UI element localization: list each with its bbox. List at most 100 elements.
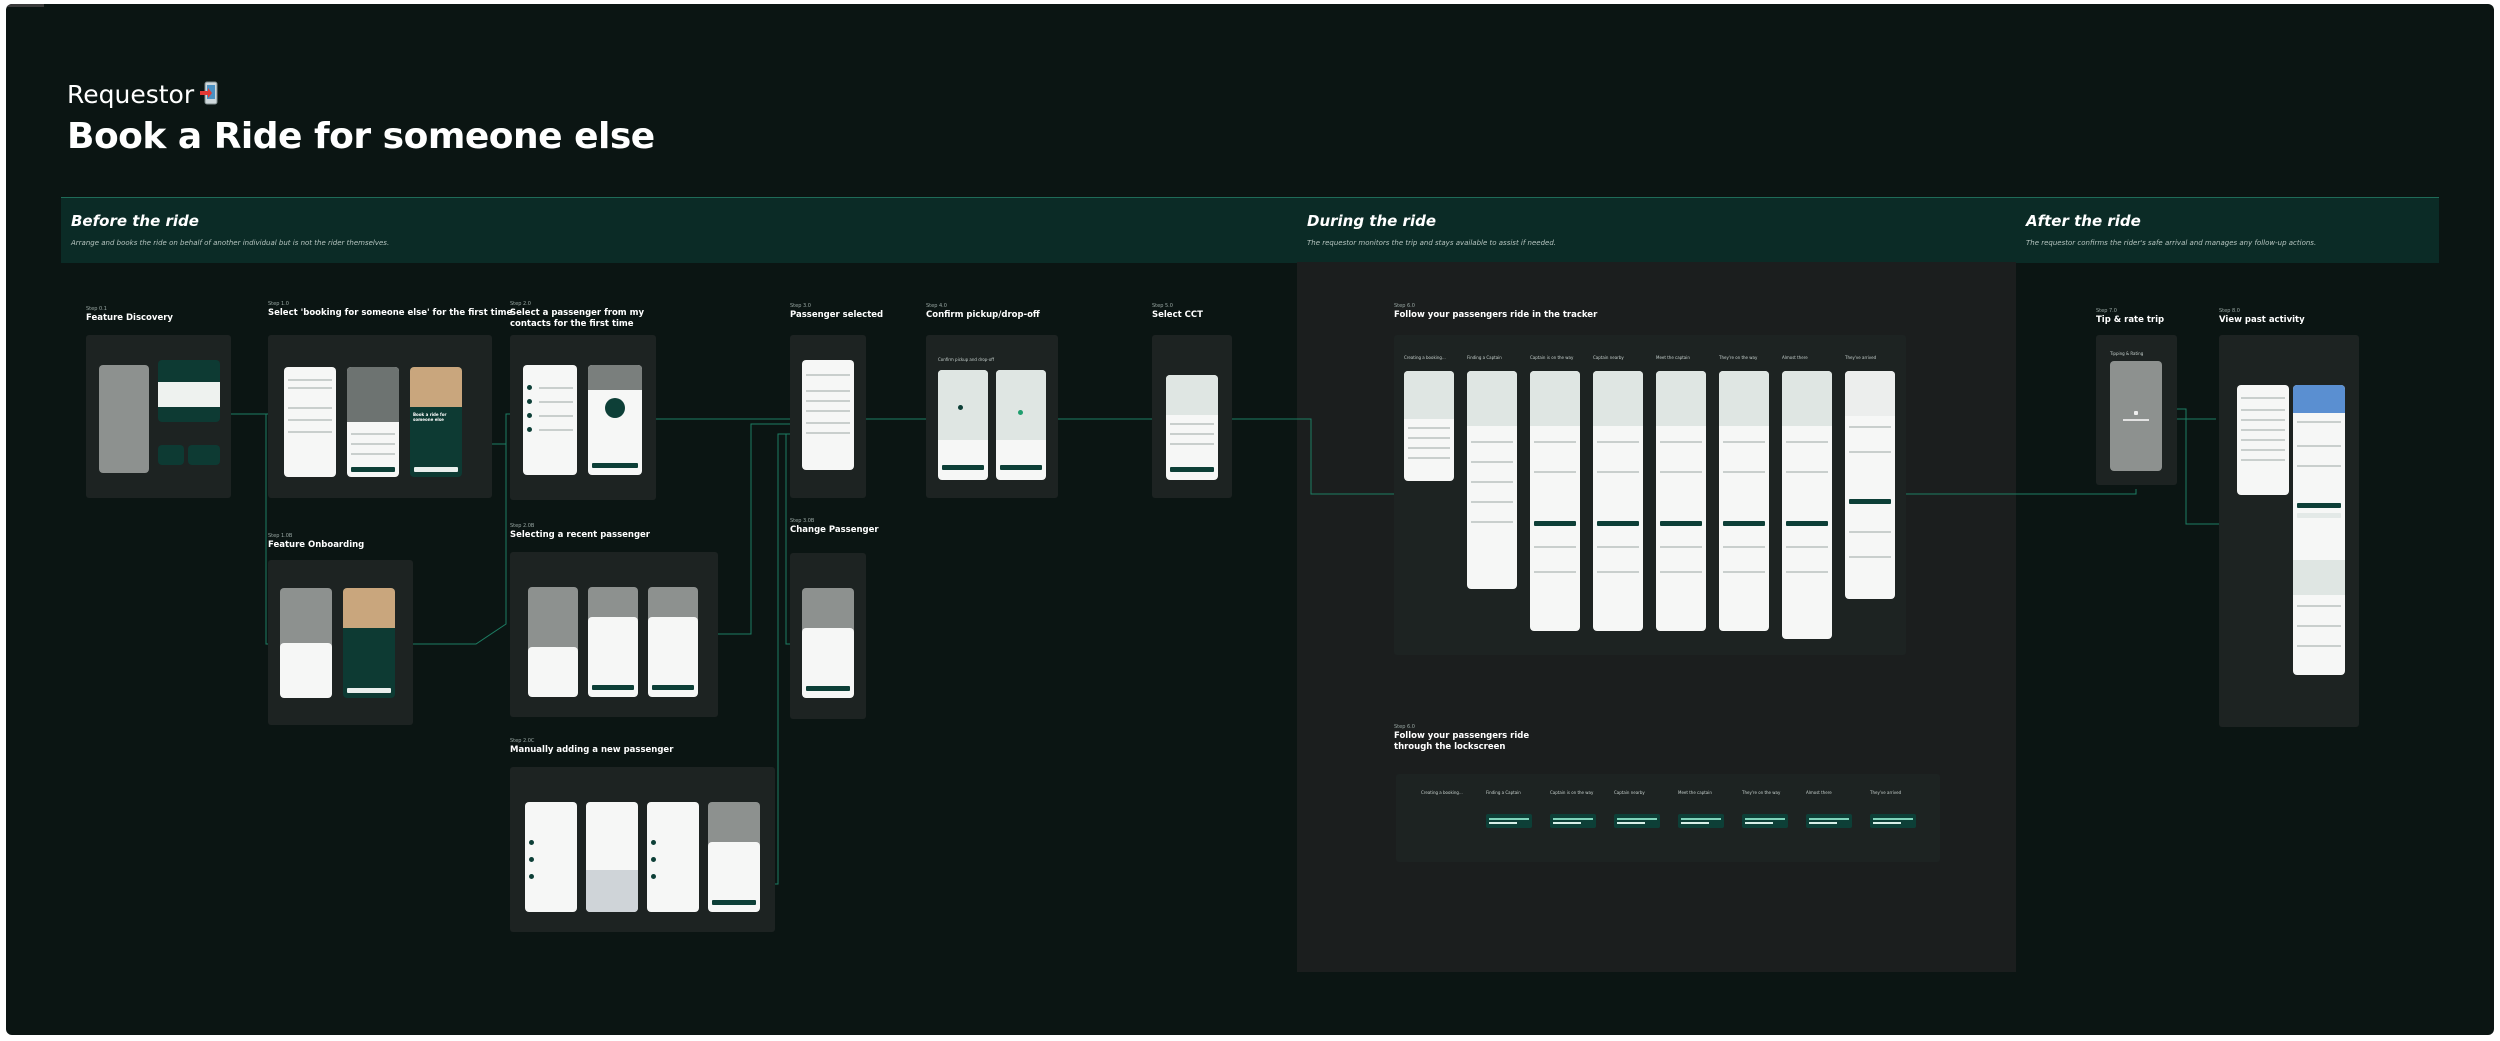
screen-caption: Captain nearby [1593,355,1624,360]
phone-screen[interactable] [708,802,760,912]
phone-screen[interactable] [2293,385,2345,675]
phone-screen[interactable] [1593,371,1643,631]
step-title: Confirm pickup/drop-off [926,310,1040,320]
step-label: Step 1.0B [268,533,293,539]
phone-screen[interactable] [1530,371,1580,631]
phone-screen[interactable] [1719,371,1769,631]
phone-screen[interactable] [525,802,577,912]
screen-caption: They've arrived [1845,355,1877,360]
step-label: Step 3.0 [790,303,811,309]
lockscreen-notification[interactable] [1678,814,1724,828]
lockscreen-notification[interactable] [1806,814,1852,828]
screen-caption: Meet the captain [1656,355,1690,360]
screen-caption: Finding a Captain [1486,790,1521,795]
onboarding-heading: Book a ride for someone else [413,412,447,422]
phone-screen[interactable] [99,365,149,473]
screen-caption: Tipping & Rating [2110,351,2144,356]
step-card [2219,335,2359,727]
screen-caption: Captain is on the way [1550,790,1594,795]
step-label: Step 5.0 [1152,303,1173,309]
step-title: Feature Discovery [86,313,173,323]
phone-screen[interactable] [2237,385,2289,495]
phone-screen[interactable] [1166,375,1218,480]
phone-screen[interactable] [1782,371,1832,639]
canvas-board: Requestor Book a Ride for someone else B… [6,4,2494,1035]
phone-screen[interactable] [2110,361,2162,471]
lockscreen-notification[interactable] [1614,814,1660,828]
step-label: Step 4.0 [926,303,947,309]
step-card [790,335,866,498]
step-label: Step 1.0 [268,301,289,307]
screen-caption: They've arrived [1870,790,1902,795]
step-title: Tip & rate trip [2096,315,2165,325]
screen-caption: Creating a booking... [1404,355,1446,360]
step-label: Step 2.0B [510,523,535,529]
phone-screen[interactable] [648,587,698,697]
screen-caption: Captain is on the way [1530,355,1574,360]
step-title: View past activity [2219,315,2305,325]
step-label: Step 0.1 [86,306,107,312]
step-card: Confirm pickup and drop-off [926,335,1058,498]
phone-screen[interactable] [588,365,642,475]
step-label: Step 6.0 [1394,724,1415,730]
step-card [1152,335,1232,498]
screen-caption: Almost there [1782,355,1808,360]
phone-screen[interactable] [158,360,220,422]
phone-screen[interactable] [586,802,638,912]
phone-screen[interactable] [343,588,395,698]
phone-screen[interactable] [158,445,184,465]
step-card: Creating a booking... Finding a Captain … [1394,335,1906,655]
screen-caption: Finding a Captain [1467,355,1502,360]
step-title: Change Passenger [790,525,879,535]
screen-caption: They're on the way [1719,355,1758,360]
step-card: Book a ride for someone else [268,335,492,498]
screen-caption: Confirm pickup and drop-off [938,357,995,362]
step-title: Passenger selected [790,310,884,320]
step-label: Step 3.0B [790,518,815,524]
step-card [510,335,656,500]
step-title: Follow your passengers ride in the track… [1394,310,1598,320]
phone-screen[interactable] [280,588,332,698]
step-card: Creating a booking... Finding a Captain … [1396,774,1940,862]
lockscreen-notification[interactable] [1550,814,1596,828]
step-card [510,767,775,932]
step-card [510,552,718,717]
step-card: Tipping & Rating [2096,335,2177,485]
step-label: Step 8.0 [2219,308,2240,314]
phone-screen[interactable] [1845,371,1895,599]
step-label: Step 2.0 [510,301,531,307]
lockscreen-notification[interactable] [1486,814,1532,828]
phone-screen[interactable] [588,587,638,697]
screen-caption: Captain nearby [1614,790,1645,795]
screen-caption: Meet the captain [1678,790,1712,795]
phone-screen[interactable] [647,802,699,912]
step-title: Selecting a recent passenger [510,530,651,540]
phone-screen[interactable] [1467,371,1517,589]
screen-caption: Almost there [1806,790,1832,795]
screen-caption: They're on the way [1742,790,1781,795]
phone-screen[interactable]: Book a ride for someone else [410,367,462,477]
step-card [790,553,866,719]
phone-screen[interactable] [347,367,399,477]
lockscreen-notification[interactable] [1742,814,1788,828]
step-title: Manually adding a new passenger [510,745,674,755]
step-label: Step 2.0C [510,738,535,744]
phone-screen[interactable] [996,370,1046,480]
phone-screen[interactable] [284,367,336,477]
step-card [268,560,413,725]
step-label: Step 6.0 [1394,303,1415,309]
screen-caption: Creating a booking... [1421,790,1463,795]
phone-screen[interactable] [523,365,577,475]
phone-screen[interactable] [1404,371,1454,481]
phone-screen[interactable] [802,360,854,470]
phone-screen[interactable] [528,587,578,697]
step-title: Select 'booking for someone else' for th… [268,308,513,318]
phone-screen[interactable] [1656,371,1706,631]
flow-connectors [230,408,2221,885]
phone-screen[interactable] [802,588,854,698]
phone-screen[interactable] [938,370,988,480]
step-label: Step 7.0 [2096,308,2117,314]
step-title: Select a passenger from my contacts for … [510,308,645,329]
lockscreen-notification[interactable] [1870,814,1916,828]
phone-screen[interactable] [188,445,220,465]
